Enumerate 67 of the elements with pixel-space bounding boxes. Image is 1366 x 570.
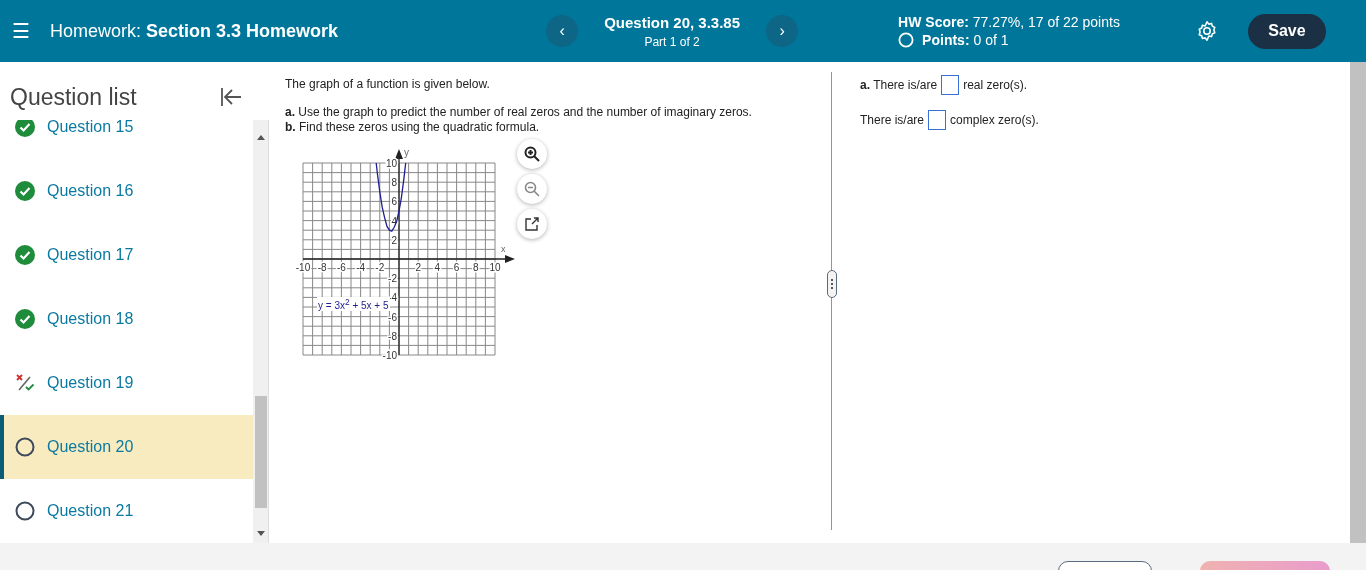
tick-label: 10 (489, 262, 501, 273)
question-item[interactable]: Question 18 (0, 287, 253, 351)
scrollbar-thumb[interactable] (255, 396, 267, 508)
zoom-out-button[interactable] (517, 174, 547, 204)
question-title: Question 20, 3.3.85 (604, 13, 741, 31)
collapse-icon[interactable] (219, 85, 243, 109)
menu-button[interactable]: ☰ (12, 19, 40, 43)
check-circle-icon (15, 245, 35, 265)
next-button[interactable]: › (766, 15, 799, 47)
save-button[interactable]: Save (1247, 13, 1326, 49)
answer-box[interactable] (928, 110, 947, 130)
axis-label: y (404, 149, 409, 158)
answer-suffix: complex zero(s). (950, 113, 1039, 127)
points-label: Points: 0 of 1 (922, 32, 1009, 48)
previous-button[interactable]: ‹ (546, 15, 579, 47)
tick-label: 6 (391, 196, 397, 208)
scroll-up-icon[interactable] (256, 134, 265, 140)
tick-label: -8 (317, 262, 327, 273)
partial-credit-icon (15, 373, 35, 393)
equation-label: y = 3x$^{2}$ + 5x + 5 (317, 297, 390, 312)
tick-label: 10 (385, 158, 397, 169)
answer-prompt: There is/are (860, 113, 925, 127)
tick-label: -6 (336, 262, 346, 273)
tick-label: 2 (415, 262, 421, 273)
answer-suffix: real zero(s). (963, 78, 1028, 92)
question-item[interactable]: Question 16 (0, 159, 253, 223)
zoom-in-icon (524, 146, 540, 162)
tick-label: -4 (356, 262, 366, 273)
question-text: The graph of a function is given below. (285, 77, 491, 91)
scroll-down-icon[interactable] (256, 531, 265, 537)
panel-heading: Question list (10, 83, 137, 111)
external-link-icon (525, 217, 539, 231)
tick-label: -6 (388, 311, 397, 323)
empty-circle-icon (15, 437, 35, 457)
question-item[interactable]: Question 15 (0, 120, 253, 159)
pop-out-button[interactable] (517, 209, 547, 239)
tick-label: 8 (391, 177, 397, 189)
hw-score: HW Score: 77.27%, 17 of 22 points (898, 14, 1120, 30)
part-label: Part 1 of 2 (644, 34, 700, 49)
question-item[interactable]: Question 17 (0, 223, 253, 287)
empty-circle-icon (15, 501, 35, 521)
tick-label: -10 (295, 262, 311, 273)
instruction-text: b. Find these zeros using the quadratic formula. (285, 120, 541, 135)
question-item[interactable]: Question 21 (0, 479, 253, 543)
answer-prompt: a. There is/are (860, 78, 938, 92)
empty-circle-icon (898, 32, 915, 48)
zoom-in-button[interactable] (517, 139, 547, 169)
tick-label: 2 (391, 234, 397, 246)
scrollbar[interactable] (253, 120, 269, 543)
question-item[interactable]: Question 20 (0, 415, 253, 479)
tick-label: -8 (388, 330, 397, 342)
tick-label: -2 (375, 262, 385, 273)
tick-label: -2 (388, 273, 397, 285)
axis-label: x (501, 244, 506, 254)
settings-icon[interactable] (1195, 20, 1218, 42)
check-circle-icon (15, 181, 35, 201)
tick-label: 6 (453, 262, 460, 273)
scrollbar[interactable] (1350, 62, 1366, 543)
question-item[interactable]: Question 19 (0, 351, 253, 415)
resize-handle[interactable] (827, 270, 837, 298)
tick-label: 4 (434, 262, 441, 273)
assignment-title: Homework: Section 3.3 Homework (50, 20, 339, 42)
tick-label: -10 (382, 350, 397, 361)
zoom-out-icon (524, 181, 540, 197)
answer-box[interactable] (941, 75, 960, 95)
instruction-text: a. Use the graph to predict the number of real zeros and the number of imaginary zeros. (285, 105, 753, 120)
check-circle-icon (15, 309, 35, 329)
